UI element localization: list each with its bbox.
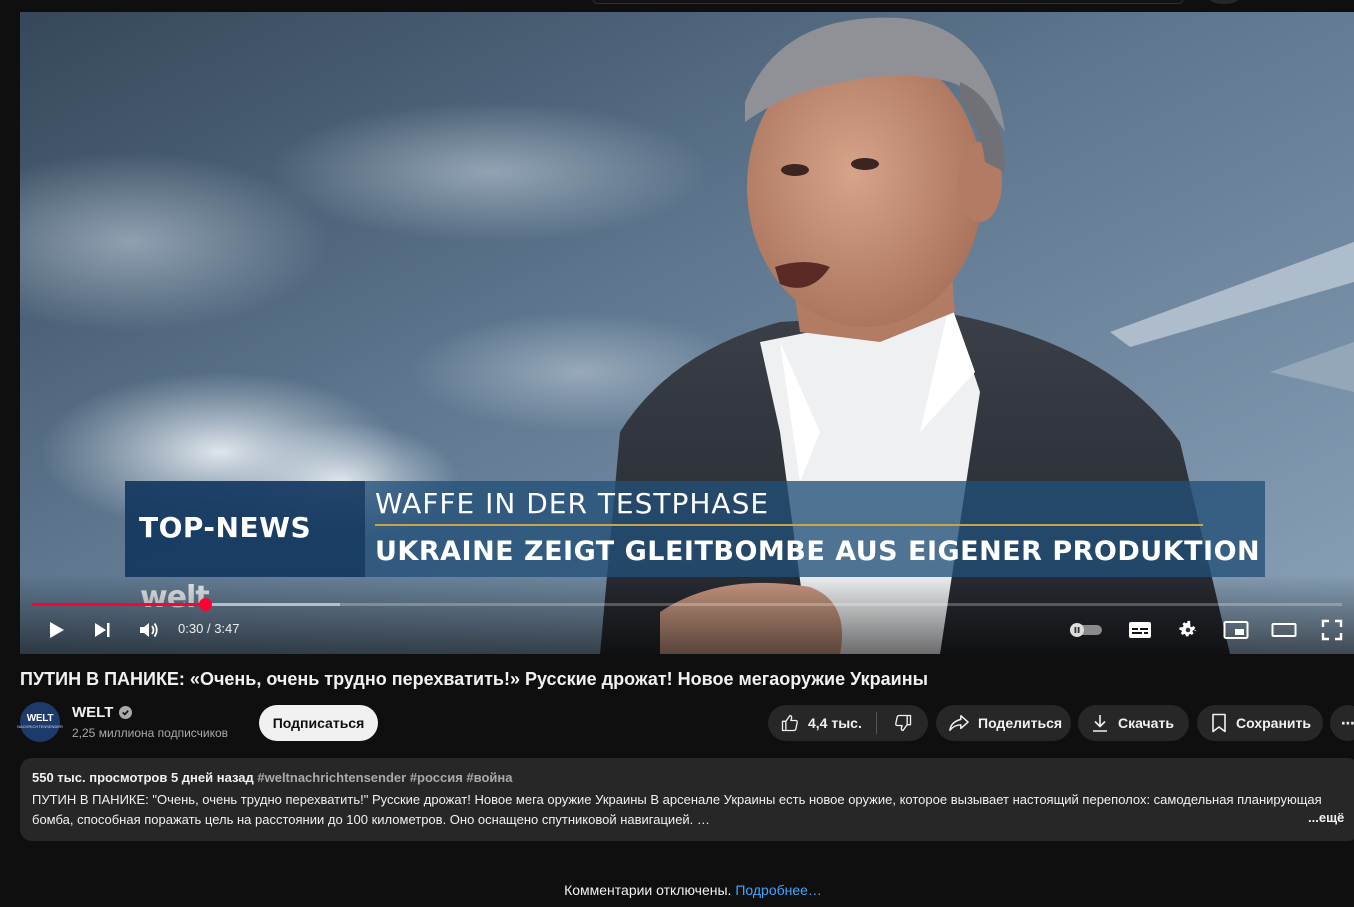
learn-more-link[interactable]: Подробнее… — [735, 882, 822, 898]
volume-button[interactable] — [136, 616, 162, 644]
share-button[interactable]: Поделиться — [936, 705, 1071, 741]
lower-third-headline-panel: WAFFE IN DER TESTPHASE UKRAINE ZEIGT GLE… — [365, 481, 1265, 577]
progress-played — [32, 603, 205, 606]
description-meta: 550 тыс. просмотров 5 дней назад #weltna… — [32, 770, 512, 785]
fullscreen-button[interactable] — [1318, 616, 1346, 644]
next-icon — [95, 623, 110, 637]
channel-name-link[interactable]: WELT — [72, 704, 133, 721]
theater-mode-button[interactable] — [1270, 616, 1298, 644]
lower-third-divider — [375, 524, 1203, 526]
channel-avatar[interactable]: WELT NACHRICHTENSENDER — [17, 702, 63, 742]
upload-date: 5 дней назад — [170, 770, 254, 785]
lower-third-headline-bottom: UKRAINE ZEIGT GLEITBOMBE AUS EIGENER PRO… — [375, 536, 1261, 567]
autoplay-toggle[interactable] — [1068, 616, 1104, 644]
subtitles-button[interactable] — [1126, 616, 1154, 644]
next-button[interactable] — [90, 616, 114, 644]
progress-bar[interactable] — [32, 598, 1342, 611]
like-button[interactable]: 4,4 тыс. — [768, 705, 876, 741]
time-separator: / — [206, 621, 211, 636]
like-dislike-group: 4,4 тыс. — [768, 705, 928, 741]
like-count: 4,4 тыс. — [808, 715, 862, 731]
theater-mode-icon — [1271, 623, 1297, 637]
hashtags[interactable]: #weltnachrichtensender #россия #война — [257, 770, 512, 785]
lower-third-category: TOP-NEWS — [139, 511, 312, 544]
search-bar[interactable] — [592, 0, 1184, 4]
bookmark-icon — [1211, 713, 1227, 733]
dislike-button[interactable] — [877, 705, 928, 741]
download-icon — [1092, 714, 1108, 732]
comments-disabled-text: Комментарии отключены. — [564, 882, 732, 898]
video-player[interactable]: TOP-NEWS WAFFE IN DER TESTPHASE UKRAINE … — [20, 12, 1354, 654]
volume-icon — [140, 622, 158, 638]
download-label: Скачать — [1118, 715, 1174, 731]
subscribe-button[interactable]: Подписаться — [259, 705, 378, 741]
comments-disabled-notice: Комментарии отключены. Подробнее… — [0, 882, 1354, 898]
subtitles-icon — [1129, 622, 1151, 638]
save-label: Сохранить — [1236, 715, 1311, 731]
miniplayer-button[interactable] — [1222, 616, 1250, 644]
share-icon — [948, 713, 970, 733]
lower-third-headline-top: WAFFE IN DER TESTPHASE — [375, 487, 770, 520]
autoplay-toggle-icon — [1070, 623, 1102, 637]
view-count: 550 тыс. просмотров — [32, 770, 168, 785]
save-button[interactable]: Сохранить — [1197, 705, 1323, 741]
description-text: ПУТИН В ПАНИКЕ: "Очень, очень трудно пер… — [32, 792, 1322, 827]
channel-name: WELT — [72, 704, 114, 721]
miniplayer-icon — [1223, 621, 1249, 639]
share-label: Поделиться — [978, 715, 1063, 731]
avatar-logo-text: WELT — [26, 713, 54, 724]
subscriber-count: 2,25 миллиона подписчиков — [72, 726, 229, 740]
news-lower-third: TOP-NEWS WAFFE IN DER TESTPHASE UKRAINE … — [125, 481, 1265, 577]
verified-icon — [119, 706, 133, 719]
settings-button[interactable] — [1174, 616, 1202, 644]
play-icon — [50, 622, 64, 638]
gear-icon — [1179, 620, 1197, 637]
more-actions-button[interactable]: ⋯ — [1330, 705, 1354, 741]
more-icon: ⋯ — [1341, 714, 1354, 731]
avatar-logo-subtext: NACHRICHTENSENDER — [17, 724, 63, 729]
video-title: ПУТИН В ПАНИКЕ: «Очень, очень трудно пер… — [20, 669, 928, 689]
duration: 3:47 — [214, 621, 240, 636]
time-display: 0:30 / 3:47 — [178, 621, 240, 636]
lower-third-category-panel: TOP-NEWS — [125, 481, 365, 577]
play-button[interactable] — [42, 616, 70, 644]
description-expand-button[interactable]: ...ещё — [1308, 810, 1344, 825]
progress-scrubber-handle[interactable] — [198, 598, 212, 611]
current-time: 0:30 — [178, 621, 204, 636]
download-button[interactable]: Скачать — [1078, 705, 1189, 741]
thumbs-down-icon — [893, 713, 913, 733]
thumbs-up-icon — [780, 713, 800, 733]
fullscreen-icon — [1321, 619, 1343, 641]
description-box[interactable]: 550 тыс. просмотров 5 дней назад #weltna… — [20, 758, 1354, 841]
